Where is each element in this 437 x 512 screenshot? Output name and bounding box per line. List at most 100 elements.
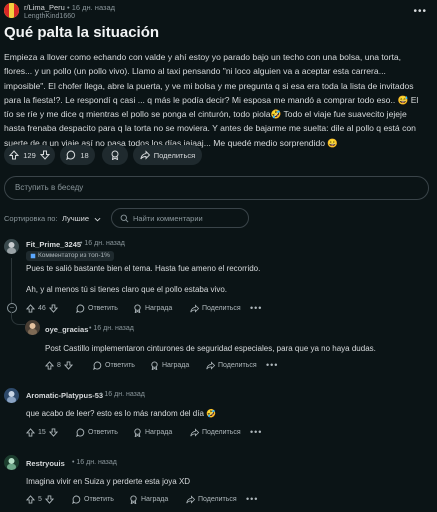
sort-label: Сортировка по:	[4, 214, 58, 223]
post-meta: r/Lima_Peru • 16 дн. назад	[24, 3, 115, 12]
reply-label: Ответить	[105, 362, 135, 369]
comment-time: • 16 дн. назад	[80, 240, 125, 247]
share-label: Поделиться	[218, 362, 257, 369]
reply-button[interactable]: Ответить	[72, 495, 114, 504]
share-button[interactable]: Поделиться	[206, 361, 257, 370]
comment-search-input[interactable]: Найти комментарии	[111, 208, 249, 228]
meta-separator: •	[89, 325, 92, 332]
downvote-icon[interactable]	[48, 304, 58, 313]
comment-icon	[72, 495, 81, 504]
award-button[interactable]	[102, 145, 128, 165]
comment-icon	[76, 304, 85, 313]
comment-text: Pues te salió bastante bien el tema. Has…	[26, 264, 261, 273]
comment-more-button[interactable]: •••	[246, 494, 258, 504]
comment-time: • 16 дн. назад	[72, 459, 117, 466]
vote-pill: 129	[4, 145, 55, 165]
comment-text: que acabo de leer? esto es lo más random…	[26, 409, 217, 418]
comment-vote-count: 46	[38, 305, 46, 312]
share-button[interactable]: Поделиться	[190, 428, 241, 437]
share-icon	[190, 304, 199, 313]
join-conversation-placeholder: Вступить в беседу	[15, 183, 84, 192]
reply-button[interactable]: Ответить	[93, 361, 135, 370]
sort-dropdown[interactable]: Лучшие	[62, 214, 101, 223]
award-button[interactable]: Награда	[133, 428, 172, 437]
share-label: Поделиться	[198, 496, 237, 503]
comment-icon	[93, 361, 102, 370]
reply-button[interactable]: Ответить	[76, 428, 118, 437]
meta-separator: •	[72, 459, 75, 466]
comment-vote: 46	[26, 304, 58, 313]
award-icon	[110, 150, 120, 160]
award-icon	[150, 361, 159, 370]
award-button[interactable]: Награда	[129, 495, 168, 504]
comment-more-button[interactable]: •••	[266, 360, 278, 370]
reply-label: Ответить	[88, 305, 118, 312]
subreddit-name[interactable]: r/Lima_Peru	[24, 3, 65, 12]
comment-vote-count: 8	[57, 362, 61, 369]
meta-separator: •	[66, 3, 70, 12]
share-label: Поделиться	[202, 429, 241, 436]
comment-count: 18	[80, 150, 89, 160]
downvote-icon[interactable]	[39, 150, 50, 160]
award-icon	[133, 304, 142, 313]
avatar[interactable]	[4, 388, 19, 403]
upvote-icon[interactable]	[26, 495, 35, 504]
comment-username[interactable]: Fit_Prime_3245	[26, 240, 81, 249]
comment-more-button[interactable]: •••	[250, 303, 262, 313]
avatar[interactable]	[25, 320, 40, 335]
award-button[interactable]: Награда	[133, 304, 172, 313]
comment-time-text: 16 дн. назад	[104, 391, 145, 398]
search-icon	[120, 214, 129, 223]
subreddit-avatar[interactable]	[4, 3, 19, 18]
share-button[interactable]: Поделиться	[186, 495, 237, 504]
share-button[interactable]: Поделиться	[190, 304, 241, 313]
comment-vote: 15	[26, 428, 58, 437]
avatar[interactable]	[4, 239, 19, 254]
upvote-icon[interactable]	[26, 304, 35, 313]
share-icon	[186, 495, 195, 504]
reply-button[interactable]: Ответить	[76, 304, 118, 313]
award-button[interactable]: Награда	[150, 361, 189, 370]
downvote-icon[interactable]	[63, 361, 73, 370]
upvote-icon[interactable]	[9, 150, 20, 160]
avatar[interactable]	[4, 455, 19, 470]
share-icon	[190, 428, 199, 437]
flair-icon	[30, 253, 36, 259]
comment-more-button[interactable]: •••	[250, 427, 262, 437]
comments-button[interactable]: 18	[60, 145, 95, 165]
post-author[interactable]: LengthKind1660	[24, 13, 75, 20]
post-title: Qué palta la situación	[4, 24, 160, 41]
join-conversation-input[interactable]: Вступить в беседу	[4, 176, 429, 200]
more-options-button[interactable]: •••	[413, 6, 427, 17]
upvote-icon[interactable]	[45, 361, 54, 370]
upvote-icon[interactable]	[26, 428, 35, 437]
flair-text: Комментатор из топ-1%	[38, 252, 110, 259]
reply-connector	[11, 312, 25, 325]
comment-vote-count: 5	[38, 496, 42, 503]
downvote-icon[interactable]	[44, 495, 54, 504]
comment-time: • 16 дн. назад	[100, 391, 145, 398]
reply-label: Ответить	[88, 429, 118, 436]
comment-time: • 16 дн. назад	[89, 325, 134, 332]
comment-username[interactable]: Aromatic-Platypus-53	[26, 391, 103, 400]
award-label: Награда	[141, 496, 169, 503]
comment-icon	[66, 150, 76, 160]
thread-line[interactable]	[11, 258, 12, 305]
comment-username[interactable]: Restryouis	[26, 459, 65, 468]
comment-text: Post Castillo implementaron cinturones d…	[45, 344, 376, 353]
share-button[interactable]: Поделиться	[133, 145, 202, 165]
vote-count: 129	[23, 150, 36, 160]
downvote-icon[interactable]	[48, 428, 58, 437]
post-body: Empieza a llover como echando con valde …	[4, 52, 419, 148]
share-label: Поделиться	[153, 150, 196, 160]
comment-vote: 5	[26, 495, 54, 504]
user-flair: Комментатор из топ-1%	[26, 251, 114, 261]
award-label: Награда	[145, 305, 173, 312]
comment-time-text: 16 дн. назад	[93, 325, 134, 332]
comment-username[interactable]: oye_gracias	[45, 325, 88, 334]
award-label: Награда	[145, 429, 173, 436]
award-icon	[129, 495, 138, 504]
reply-label: Ответить	[84, 496, 114, 503]
comment-vote-count: 15	[38, 429, 46, 436]
comment-time-text: 16 дн. назад	[76, 459, 117, 466]
